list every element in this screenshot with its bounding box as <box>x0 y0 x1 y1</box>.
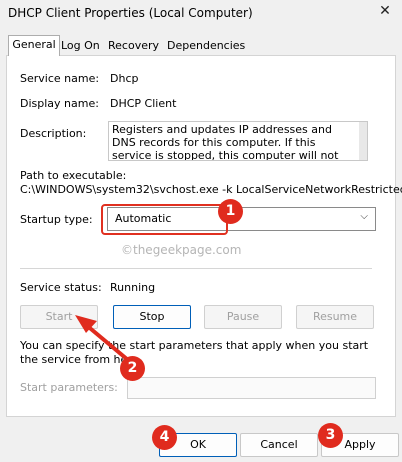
close-icon[interactable]: ✕ <box>377 3 393 19</box>
start-parameters-input[interactable] <box>127 377 376 399</box>
service-name-label: Service name: <box>20 72 100 85</box>
display-name-label: Display name: <box>20 97 99 110</box>
start-button[interactable]: Start <box>20 305 98 329</box>
window-title: DHCP Client Properties (Local Computer) <box>8 6 253 20</box>
watermark: ©thegeekpage.com <box>121 243 242 257</box>
resume-button[interactable]: Resume <box>296 305 374 329</box>
description-text: Registers and updates IP addresses and D… <box>112 123 339 161</box>
tab-recovery[interactable]: Recovery <box>105 37 162 55</box>
start-parameters-hint: You can specify the start parameters tha… <box>20 339 369 366</box>
description-label: Description: <box>20 127 87 140</box>
highlight-ring <box>101 204 228 235</box>
description-scrollbar[interactable] <box>359 122 367 160</box>
divider <box>20 268 372 269</box>
start-parameters-label: Start parameters: <box>20 381 118 394</box>
service-status-label: Service status: <box>20 281 102 294</box>
cancel-button[interactable]: Cancel <box>240 433 318 457</box>
annotation-badge-4: 4 <box>152 425 177 450</box>
service-status-value: Running <box>110 281 156 294</box>
annotation-badge-3: 3 <box>318 423 343 448</box>
tab-log-on[interactable]: Log On <box>58 37 103 55</box>
annotation-badge-1: 1 <box>218 199 243 224</box>
chevron-down-icon: ⌵ <box>360 211 368 222</box>
service-name-value: Dhcp <box>110 72 139 85</box>
description-box[interactable]: Registers and updates IP addresses and D… <box>108 121 368 161</box>
startup-type-label: Startup type: <box>20 213 93 226</box>
pause-button[interactable]: Pause <box>204 305 282 329</box>
annotation-badge-2: 2 <box>120 356 145 381</box>
tab-dependencies[interactable]: Dependencies <box>164 37 248 55</box>
path-label: Path to executable: <box>20 169 127 182</box>
tab-general[interactable]: General <box>8 35 60 56</box>
path-value: C:\WINDOWS\system32\svchost.exe -k Local… <box>20 183 402 196</box>
display-name-value: DHCP Client <box>110 97 177 110</box>
stop-button[interactable]: Stop <box>113 305 191 329</box>
